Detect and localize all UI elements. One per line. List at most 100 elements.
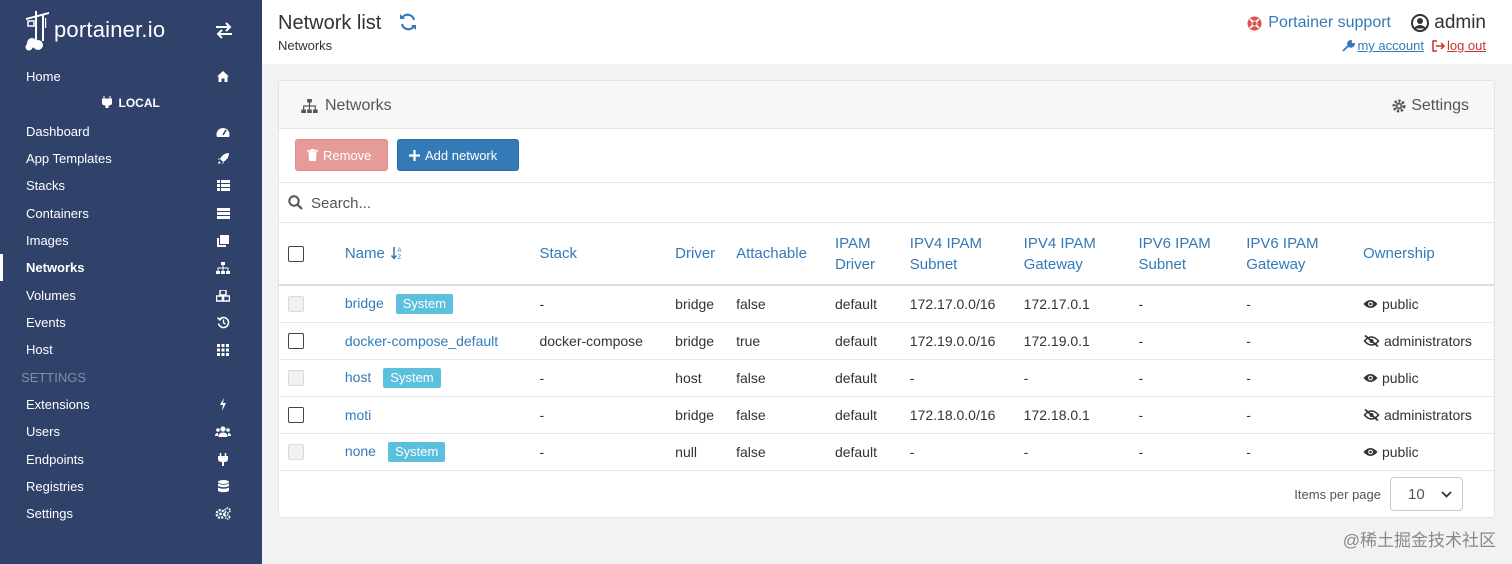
cell-stack: - bbox=[539, 396, 676, 434]
items-per-page-select[interactable]: 10 bbox=[1390, 477, 1463, 511]
sidebar-item-extensions[interactable]: Extensions bbox=[0, 391, 262, 418]
sidebar-item-label: Registries bbox=[26, 479, 84, 494]
search-icon bbox=[288, 195, 303, 210]
column-header-ipv4-gateway[interactable]: IPV4 IPAM Gateway bbox=[1023, 223, 1139, 286]
items-per-page-value: 10 bbox=[1408, 485, 1425, 503]
sidebar-item-settings[interactable]: Settings bbox=[0, 500, 262, 527]
items-per-page-label: Items per page bbox=[1294, 486, 1381, 502]
sidebar-item-endpoints[interactable]: Endpoints bbox=[0, 446, 262, 473]
page-title: Network list bbox=[278, 12, 382, 34]
sidebar-item-users[interactable]: Users bbox=[0, 418, 262, 445]
network-name-link[interactable]: docker-compose_default bbox=[345, 333, 498, 349]
watermark: @稀土掘金技术社区 bbox=[1342, 531, 1496, 550]
system-badge: System bbox=[383, 367, 441, 388]
sitemap-icon bbox=[301, 99, 318, 113]
add-network-button[interactable]: Add network bbox=[397, 139, 519, 171]
cell-ipv4-gateway: - bbox=[1023, 359, 1139, 397]
cell-ipv4-subnet: - bbox=[909, 359, 1024, 397]
page-header: Network list Networks Portainer support … bbox=[262, 0, 1512, 64]
network-name-link[interactable]: bridge bbox=[345, 295, 384, 311]
network-name-link[interactable]: host bbox=[345, 369, 371, 385]
sidebar-item-volumes[interactable]: Volumes bbox=[0, 282, 262, 309]
breadcrumb: Networks bbox=[278, 38, 333, 53]
cell-ipv4-subnet: 172.17.0.0/16 bbox=[909, 285, 1024, 323]
system-badge: System bbox=[387, 441, 446, 462]
trash-icon bbox=[307, 149, 318, 161]
log-out-link[interactable]: log out bbox=[1432, 38, 1486, 53]
cell-driver: bridge bbox=[675, 322, 737, 360]
sidebar-item-label: Networks bbox=[26, 260, 85, 275]
sidebar-item-stacks[interactable]: Stacks bbox=[0, 172, 262, 199]
table-row: bridge System - bridge false default 172.… bbox=[279, 285, 1494, 323]
cell-ipv6-gateway: - bbox=[1246, 433, 1363, 471]
remove-label: Remove bbox=[323, 147, 372, 163]
column-header-ipv4-subnet[interactable]: IPV4 IPAM Subnet bbox=[909, 223, 1024, 286]
column-header-ipv6-subnet[interactable]: IPV6 IPAM Subnet bbox=[1138, 223, 1247, 286]
users-icon bbox=[215, 424, 231, 440]
sign-out-icon bbox=[1432, 39, 1445, 52]
column-header-driver[interactable]: Driver bbox=[675, 223, 737, 286]
sidebar-item-label: Home bbox=[26, 69, 61, 84]
sidebar-item-images[interactable]: Images bbox=[0, 227, 262, 254]
row-checkbox[interactable] bbox=[288, 333, 304, 350]
eye-slash-icon bbox=[1363, 334, 1380, 347]
network-name-link[interactable]: moti bbox=[345, 407, 371, 423]
column-header-ipv6-gateway[interactable]: IPV6 IPAM Gateway bbox=[1246, 223, 1363, 286]
cell-ipv4-gateway: 172.19.0.1 bbox=[1023, 322, 1139, 360]
ownership-label: public bbox=[1381, 369, 1419, 386]
table-row: none System - null false default - - - - … bbox=[279, 433, 1494, 471]
column-header-stack[interactable]: Stack bbox=[539, 223, 676, 286]
panel-title: Networks bbox=[301, 97, 392, 115]
cell-ownership: public bbox=[1363, 444, 1494, 460]
sidebar-item-label: Containers bbox=[26, 206, 89, 221]
sidebar-item-home[interactable]: Home bbox=[0, 63, 262, 90]
cell-ipam-driver: default bbox=[834, 322, 910, 360]
cell-ipv4-gateway: 172.18.0.1 bbox=[1023, 396, 1139, 434]
sidebar-item-containers[interactable]: Containers bbox=[0, 200, 262, 227]
cell-attachable: false bbox=[736, 396, 835, 434]
cell-stack: - bbox=[539, 433, 676, 471]
cell-ipv6-subnet: - bbox=[1138, 396, 1247, 434]
column-header-attachable[interactable]: Attachable bbox=[736, 223, 835, 286]
cell-ipv4-subnet: - bbox=[909, 433, 1024, 471]
cell-ipv6-gateway: - bbox=[1246, 322, 1363, 360]
table-settings-button[interactable]: Settings bbox=[1392, 97, 1469, 115]
column-header-ownership[interactable]: Ownership bbox=[1362, 223, 1494, 286]
cell-driver: host bbox=[675, 359, 737, 397]
sidebar-item-dashboard[interactable]: Dashboard bbox=[0, 118, 262, 145]
cell-ipam-driver: default bbox=[834, 396, 910, 434]
remove-button[interactable]: Remove bbox=[295, 139, 388, 171]
home-icon bbox=[215, 69, 231, 85]
select-all-checkbox[interactable] bbox=[288, 246, 304, 263]
sidebar-item-networks[interactable]: Networks bbox=[0, 254, 262, 281]
row-checkbox[interactable] bbox=[288, 407, 304, 424]
wrench-icon bbox=[1342, 39, 1356, 52]
column-header-ipam-driver[interactable]: IPAM Driver bbox=[834, 223, 910, 286]
sitemap-icon bbox=[215, 260, 231, 276]
search-input[interactable] bbox=[311, 191, 911, 215]
sidebar-item-registries[interactable]: Registries bbox=[0, 473, 262, 500]
cell-attachable: false bbox=[736, 359, 835, 397]
sidebar-item-label: Users bbox=[26, 424, 60, 439]
th-list-icon bbox=[215, 178, 231, 194]
sidebar-item-events[interactable]: Events bbox=[0, 309, 262, 336]
plus-icon bbox=[409, 149, 420, 161]
refresh-icon[interactable] bbox=[398, 12, 418, 32]
sidebar-item-app-templates[interactable]: App Templates bbox=[0, 145, 262, 172]
sidebar-item-label: Volumes bbox=[26, 288, 76, 303]
sidebar-item-host[interactable]: Host bbox=[0, 336, 262, 363]
support-link[interactable]: Portainer support bbox=[1247, 14, 1391, 32]
exchange-icon[interactable] bbox=[214, 20, 234, 40]
plug-icon bbox=[215, 452, 231, 468]
network-name-link[interactable]: none bbox=[345, 443, 376, 459]
portainer-logo[interactable]: portainer.io bbox=[22, 8, 202, 52]
user-menu: admin bbox=[1411, 12, 1486, 34]
search-bar bbox=[279, 183, 1494, 223]
portainer-crane-icon bbox=[25, 11, 49, 51]
bolt-icon bbox=[215, 397, 231, 413]
username: admin bbox=[1434, 12, 1486, 33]
cogs-icon bbox=[215, 506, 231, 522]
column-header-name[interactable]: Name AZ bbox=[344, 223, 540, 286]
sidebar-item-label: Images bbox=[26, 233, 69, 248]
my-account-link[interactable]: my account bbox=[1342, 38, 1424, 53]
